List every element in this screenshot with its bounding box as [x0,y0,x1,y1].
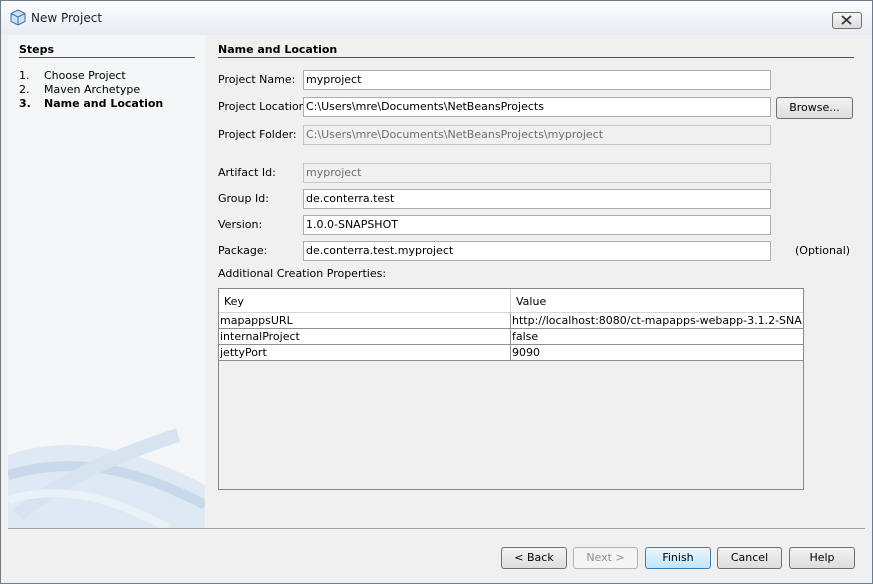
project-folder-field: C:\Users\mre\Documents\NetBeansProjects\… [303,125,771,145]
cell-key[interactable]: internalProject [220,330,508,343]
version-label: Version: [218,218,263,231]
close-icon [841,15,852,25]
package-label: Package: [218,244,268,257]
group-id-label: Group Id: [218,192,269,205]
steps-panel: Steps 1. Choose Project 2. Maven Archetype… [8,35,205,528]
step-label: Choose Project [44,69,126,82]
footer-divider [8,528,865,529]
step-number: 3. [19,97,31,110]
cancel-button[interactable]: Cancel [717,547,782,569]
project-name-label: Project Name: [218,73,296,86]
table-row[interactable]: mapappsURL http://localhost:8080/ct-mapa… [219,313,803,329]
column-header-key[interactable]: Key [224,295,244,308]
table-row[interactable]: jettyPort 9090 [219,345,803,361]
cell-divider [510,345,511,360]
project-folder-label: Project Folder: [218,128,297,141]
dialog-content: Steps 1. Choose Project 2. Maven Archetype… [8,35,865,528]
step-name-and-location: 3. Name and Location [19,97,163,110]
project-location-input[interactable]: C:\Users\mre\Documents\NetBeansProjects [303,97,771,117]
cell-value[interactable]: false [512,330,802,343]
window-title: New Project [31,11,103,25]
cell-key[interactable]: mapappsURL [220,314,508,327]
version-input[interactable]: 1.0.0-SNAPSHOT [303,215,771,235]
cell-divider [510,313,511,328]
help-button[interactable]: Help [789,547,855,569]
cell-divider [510,329,511,344]
netbeans-cube-icon [10,9,26,26]
new-project-dialog: New Project Steps 1. Choose Project 2. Mav… [0,0,873,584]
additional-properties-label: Additional Creation Properties: [218,267,387,280]
steps-title: Steps [19,43,55,56]
artifact-id-field: myproject [303,163,771,183]
package-input[interactable]: de.conterra.test.myproject [303,241,771,261]
project-name-input[interactable]: myproject [303,70,771,90]
step-choose-project: 1. Choose Project [19,69,126,82]
column-header-value[interactable]: Value [516,295,546,308]
finish-button[interactable]: Finish [645,547,711,569]
package-optional-hint: (Optional) [795,244,851,257]
cell-value[interactable]: 9090 [512,346,802,359]
close-button[interactable] [832,12,862,29]
divider [218,57,854,58]
step-maven-archetype: 2. Maven Archetype [19,83,140,96]
table-row[interactable]: internalProject false [219,329,803,345]
cell-key[interactable]: jettyPort [220,346,508,359]
back-button[interactable]: < Back [501,547,567,569]
section-title: Name and Location [218,43,338,56]
step-number: 1. [19,69,30,82]
browse-button[interactable]: Browse... [776,97,853,119]
decorative-wave-graphic [8,428,205,528]
step-label: Maven Archetype [44,83,141,96]
column-divider[interactable] [510,289,511,312]
step-number: 2. [19,83,30,96]
properties-table[interactable]: Key Value mapappsURL http://localhost:80… [218,288,804,490]
group-id-input[interactable]: de.conterra.test [303,189,771,209]
project-location-label: Project Location: [218,100,310,113]
artifact-id-label: Artifact Id: [218,166,276,179]
main-panel: Name and Location Project Name: myprojec… [205,35,865,528]
title-bar: New Project [1,1,872,35]
step-label: Name and Location [44,97,164,110]
cell-value[interactable]: http://localhost:8080/ct-mapapps-webapp-… [512,314,802,327]
next-button[interactable]: Next > [573,547,638,569]
table-header: Key Value [219,289,803,313]
divider [19,57,195,58]
